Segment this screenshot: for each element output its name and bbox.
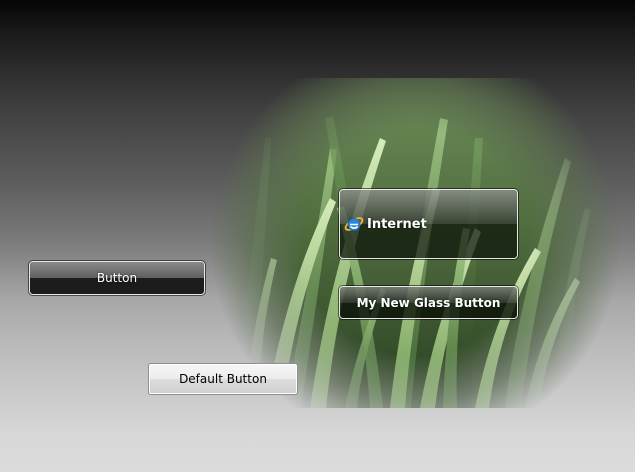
default-button[interactable]: Default Button (148, 363, 298, 395)
glass-button-label: My New Glass Button (356, 295, 501, 310)
internet-explorer-icon (344, 217, 364, 231)
default-button-label: Default Button (179, 372, 267, 386)
internet-button-content: Internet (340, 190, 517, 258)
button[interactable]: Button (29, 261, 205, 295)
internet-button[interactable]: Internet (339, 189, 518, 259)
my-new-glass-button[interactable]: My New Glass Button (339, 286, 518, 319)
window-canvas: Button Internet My New Glass Button Defa… (0, 0, 635, 472)
internet-button-label: Internet (367, 216, 427, 232)
button-label: Button (96, 271, 138, 285)
